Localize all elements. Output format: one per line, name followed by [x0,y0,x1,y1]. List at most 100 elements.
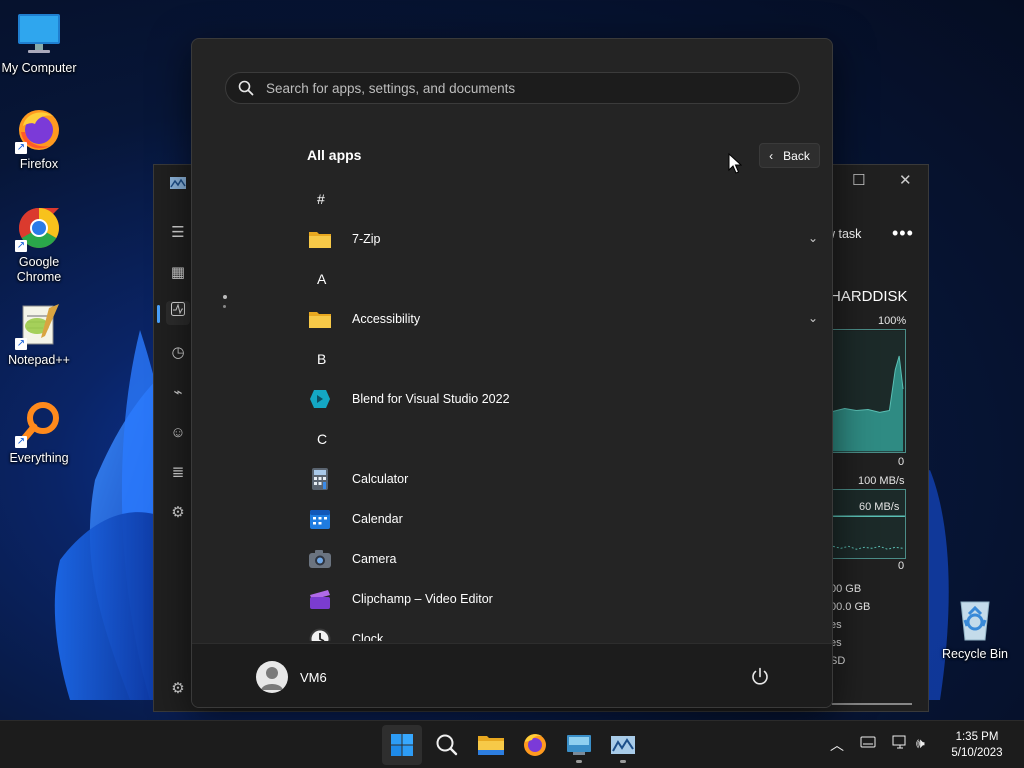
horizontal-scrollbar[interactable] [832,703,912,705]
camera-icon [309,550,331,568]
services-icon[interactable]: ⚙ [166,501,190,525]
taskbar-file-explorer[interactable] [471,725,511,765]
app-item-blend-for-visual-studio[interactable]: Blend for Visual Studio 2022 [192,379,832,419]
taskbar-task-manager[interactable] [603,725,643,765]
shortcut-arrow-icon: ↗ [15,338,27,350]
folder-icon [309,232,331,248]
windows-logo-icon [391,734,413,756]
network-icon[interactable] [892,735,908,752]
app-history-icon[interactable]: ◷ [166,341,190,365]
back-button[interactable]: ‹ Back [759,143,820,168]
desktop-icon-notepad-plus-plus[interactable]: ↗ Notepad++ [0,302,78,368]
active-nav-indicator [157,305,160,323]
recycle-bin-icon [951,596,999,644]
everything-search-icon: ↗ [15,400,63,448]
running-indicator [620,760,626,763]
clipchamp-icon [310,590,330,609]
volume-icon[interactable]: 🕪 [916,735,925,752]
graph-max-label: 100% [878,315,907,327]
task-manager-icon [611,736,635,754]
performance-icon[interactable] [166,301,190,325]
clock-date: 5/10/2023 [951,747,1003,759]
section-header-hash[interactable]: # [192,179,832,219]
blend-icon [310,390,330,408]
task-manager-app-icon [166,175,190,199]
details-icon[interactable]: ≣ [166,461,190,485]
desktop-icon-firefox[interactable]: ↗ Firefox [0,106,78,172]
app-item-calculator[interactable]: Calculator [192,459,832,499]
taskbar-remote-desktop[interactable] [559,725,599,765]
graph-min-label: 0 [898,456,905,468]
desktop-icon-my-computer[interactable]: My Computer [0,10,78,76]
app-item-clock[interactable]: Clock [192,619,832,641]
taskbar-firefox[interactable] [515,725,555,765]
show-hidden-icons-chevron-icon[interactable]: ︿ [830,735,844,755]
folder-icon [309,312,331,328]
user-name[interactable]: VM6 [300,670,327,685]
section-header-b[interactable]: B [192,339,832,379]
desktop-icon-label: Everything [9,451,69,465]
desktop-icon-label: Google Chrome [16,255,62,284]
taskbar: ︿ 🕪 1:35 PM 5/10/2023 [0,720,1024,768]
taskbar-clock[interactable]: 1:35 PM 5/10/2023 [942,729,1012,761]
chevron-left-icon: ‹ [769,148,774,163]
notepad-plus-plus-icon: ↗ [15,302,63,350]
section-header-c[interactable]: C [192,419,832,459]
startup-apps-icon[interactable]: ⌁ [166,381,190,405]
speed-max-label: 100 MB/s [858,475,905,487]
keyboard-input-icon[interactable] [860,735,876,752]
start-menu-footer: VM6 [192,643,832,707]
desktop: My Computer ↗ Firefox ↗ Google Chrome ↗ … [0,0,1024,720]
chevron-down-icon[interactable]: ⌄ [808,231,818,245]
desktop-icon-recycle-bin[interactable]: Recycle Bin [936,596,1014,662]
desktop-icon-everything[interactable]: ↗ Everything [0,400,78,466]
file-explorer-icon [478,736,504,755]
app-item-accessibility[interactable]: Accessibility ⌄ [192,299,832,339]
desktop-icon-label: Notepad++ [8,353,70,367]
app-item-7-zip[interactable]: 7-Zip ⌄ [192,219,832,259]
firefox-icon: ↗ [15,106,63,154]
all-apps-list: # 7-Zip ⌄ A Accessibility ⌄ B Blend for … [192,179,832,641]
calendar-icon [310,510,330,529]
hamburger-menu-icon[interactable]: ☰ [166,221,190,245]
user-avatar[interactable] [256,661,288,693]
chevron-down-icon[interactable]: ⌄ [808,311,818,325]
back-button-label: Back [783,148,810,163]
desktop-icon-label: Firefox [19,157,59,171]
search-box[interactable] [225,72,800,104]
desktop-icon-label: Recycle Bin [942,647,1008,661]
desktop-icon-label: My Computer [1,61,77,75]
desktop-icon-google-chrome[interactable]: ↗ Google Chrome [0,204,78,285]
section-header-a[interactable]: A [192,259,832,299]
close-icon[interactable]: ✕ [899,171,912,189]
disk-title: HARDDISK [830,288,908,305]
speed-mid-label: 60 MB/s [859,501,900,513]
maximize-icon[interactable]: ☐ [852,171,865,189]
all-apps-title: All apps [307,147,362,163]
transfer-rate-graph [832,489,906,559]
search-input[interactable] [266,80,766,96]
start-button[interactable] [382,725,422,765]
users-icon[interactable]: ☺ [166,421,190,445]
remote-desktop-icon [567,735,591,755]
shortcut-arrow-icon: ↗ [15,436,27,448]
app-item-calendar[interactable]: Calendar [192,499,832,539]
search-icon [436,734,458,756]
settings-gear-icon[interactable]: ⚙ [166,677,190,701]
disk-detail-capacity: 00 GB [830,583,862,595]
start-menu: All apps ‹ Back # 7-Zip ⌄ A Accessibilit… [191,38,833,708]
app-item-clipchamp[interactable]: Clipchamp – Video Editor [192,579,832,619]
search-icon [238,80,254,96]
more-options-icon[interactable]: ••• [892,223,914,244]
disk-detail-formatted: 00.0 GB [830,601,871,613]
shortcut-arrow-icon: ↗ [15,240,27,252]
power-icon[interactable] [749,666,771,688]
app-item-camera[interactable]: Camera [192,539,832,579]
chrome-icon: ↗ [15,204,63,252]
processes-icon[interactable]: ▦ [166,261,190,285]
taskbar-search-button[interactable] [427,725,467,765]
shortcut-arrow-icon: ↗ [15,142,27,154]
running-indicator [576,760,582,763]
mouse-cursor-icon [728,153,742,174]
calculator-icon [312,468,328,490]
